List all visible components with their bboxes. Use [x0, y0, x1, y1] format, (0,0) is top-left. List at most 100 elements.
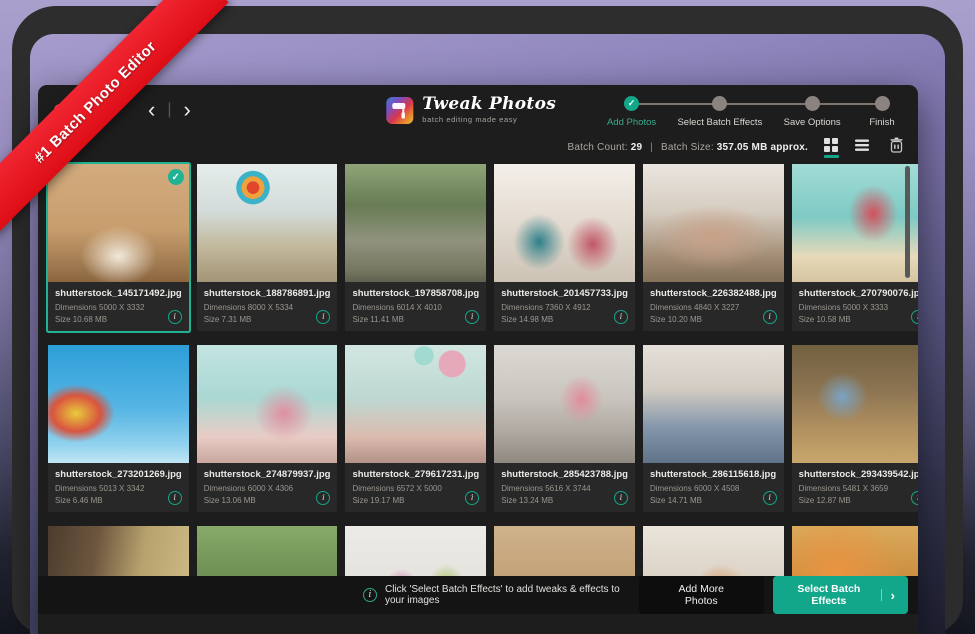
- photo-size: Size 13.06 MB: [204, 496, 331, 505]
- photo-filename: shutterstock_201457733.jpg: [501, 288, 628, 299]
- photo-card[interactable]: shutterstock_226382488.jpg Dimensions 48…: [643, 164, 784, 331]
- step-finish: Finish: [862, 96, 902, 128]
- info-icon[interactable]: i: [911, 491, 918, 505]
- info-icon[interactable]: i: [763, 310, 777, 324]
- photo-size: Size 6.46 MB: [55, 496, 182, 505]
- photo-size: Size 11.41 MB: [352, 315, 479, 324]
- app-title: Tweak Photos: [422, 96, 556, 113]
- photo-dimensions: Dimensions 5616 X 3744: [501, 484, 628, 493]
- photo-meta: shutterstock_145171492.jpg Dimensions 50…: [48, 282, 189, 331]
- batch-toolbar: Batch Count: 29 | Batch Size: 357.05 MB …: [38, 135, 918, 162]
- photo-card[interactable]: shutterstock_188786891.jpg Dimensions 80…: [197, 164, 338, 331]
- info-icon[interactable]: i: [763, 491, 777, 505]
- photo-meta: shutterstock_293439542.jpg Dimensions 54…: [792, 463, 918, 512]
- photo-card[interactable]: i: [197, 526, 338, 576]
- photo-size: Size 10.20 MB: [650, 315, 777, 324]
- photo-filename: shutterstock_286115618.jpg: [650, 469, 777, 480]
- photo-filename: shutterstock_279617231.jpg: [352, 469, 479, 480]
- photo-card[interactable]: i: [494, 526, 635, 576]
- app-tagline: batch editing made easy: [422, 115, 556, 124]
- grid-view-icon: [823, 137, 839, 153]
- batch-count-label: Batch Count:: [568, 142, 628, 153]
- step-select-batch-effects: Select Batch Effects: [677, 96, 762, 128]
- hint-group: i Click 'Select Batch Effects' to add tw…: [363, 584, 639, 606]
- back-icon[interactable]: ‹: [148, 99, 155, 121]
- batch-size-value: 357.05 MB approx.: [717, 142, 808, 153]
- photo-meta: shutterstock_197858708.jpg Dimensions 60…: [345, 282, 486, 331]
- list-view-button[interactable]: [854, 137, 870, 158]
- photo-card[interactable]: shutterstock_279617231.jpg Dimensions 65…: [345, 345, 486, 512]
- marketing-background: ‹ | › Tweak Photos batch editing made ea…: [0, 0, 975, 634]
- photo-dimensions: Dimensions 6014 X 4010: [352, 303, 479, 312]
- photo-card[interactable]: i: [792, 526, 918, 576]
- info-icon[interactable]: i: [168, 310, 182, 324]
- photo-grid-area: ✓ shutterstock_145171492.jpg Dimensions …: [38, 162, 918, 576]
- photo-thumbnail: [197, 526, 338, 576]
- step-label: Save Options: [784, 117, 841, 128]
- step-dot: [875, 96, 890, 111]
- photo-filename: shutterstock_188786891.jpg: [204, 288, 331, 299]
- scrollbar-thumb[interactable]: [905, 166, 910, 278]
- photo-card[interactable]: i: [643, 526, 784, 576]
- photo-card[interactable]: shutterstock_197858708.jpg Dimensions 60…: [345, 164, 486, 331]
- photo-meta: shutterstock_274879937.jpg Dimensions 60…: [197, 463, 338, 512]
- select-batch-effects-label: Select Batch Effects: [786, 583, 872, 607]
- select-batch-effects-button[interactable]: Select Batch Effects ›: [773, 576, 908, 614]
- photo-card[interactable]: i: [345, 526, 486, 576]
- photo-card[interactable]: ✓ shutterstock_145171492.jpg Dimensions …: [48, 164, 189, 331]
- photo-thumbnail: [48, 345, 189, 463]
- inactive-view-underline: [855, 155, 870, 158]
- photo-thumbnail: [643, 345, 784, 463]
- trash-icon: [889, 137, 904, 153]
- photo-card[interactable]: shutterstock_270790076.jpg Dimensions 50…: [792, 164, 918, 331]
- photo-thumbnail: [792, 164, 918, 282]
- info-icon: i: [363, 588, 377, 602]
- photo-meta: shutterstock_273201269.jpg Dimensions 50…: [48, 463, 189, 512]
- photo-thumbnail: [643, 526, 784, 576]
- photo-card[interactable]: i: [48, 526, 189, 576]
- photo-thumbnail: [345, 164, 486, 282]
- photo-card[interactable]: shutterstock_285423788.jpg Dimensions 56…: [494, 345, 635, 512]
- photo-card[interactable]: shutterstock_274879937.jpg Dimensions 60…: [197, 345, 338, 512]
- photo-card[interactable]: shutterstock_273201269.jpg Dimensions 50…: [48, 345, 189, 512]
- photo-size: Size 7.31 MB: [204, 315, 331, 324]
- photo-size: Size 19.17 MB: [352, 496, 479, 505]
- step-add-photos: ✓ Add Photos: [607, 96, 656, 128]
- photo-thumbnail: [792, 526, 918, 576]
- photo-dimensions: Dimensions 4840 X 3227: [650, 303, 777, 312]
- selected-check-icon: ✓: [168, 169, 184, 185]
- delete-batch-button[interactable]: [889, 137, 904, 158]
- list-view-icon: [854, 137, 870, 153]
- summary-divider: |: [650, 142, 653, 153]
- photo-meta: shutterstock_201457733.jpg Dimensions 73…: [494, 282, 635, 331]
- desktop-wallpaper: ‹ | › Tweak Photos batch editing made ea…: [30, 34, 945, 634]
- grid-view-button[interactable]: [823, 137, 839, 158]
- footer-bar: i Click 'Select Batch Effects' to add tw…: [38, 576, 918, 614]
- photo-size: Size 10.68 MB: [55, 315, 182, 324]
- hint-text: Click 'Select Batch Effects' to add twea…: [385, 584, 639, 606]
- forward-icon[interactable]: ›: [183, 99, 190, 121]
- info-icon[interactable]: i: [168, 491, 182, 505]
- info-icon[interactable]: i: [614, 491, 628, 505]
- photo-dimensions: Dimensions 8000 X 5334: [204, 303, 331, 312]
- photo-card[interactable]: shutterstock_201457733.jpg Dimensions 73…: [494, 164, 635, 331]
- photo-size: Size 13.24 MB: [501, 496, 628, 505]
- photo-dimensions: Dimensions 5013 X 3342: [55, 484, 182, 493]
- photo-filename: shutterstock_274879937.jpg: [204, 469, 331, 480]
- photo-dimensions: Dimensions 7360 X 4912: [501, 303, 628, 312]
- scrollbar-track: [905, 166, 910, 572]
- step-dot: [805, 96, 820, 111]
- photo-thumbnail: [494, 526, 635, 576]
- add-more-photos-button[interactable]: Add More Photos: [639, 576, 764, 614]
- info-icon[interactable]: i: [911, 310, 918, 324]
- photo-size: Size 14.71 MB: [650, 496, 777, 505]
- step-save-options: Save Options: [784, 96, 841, 128]
- info-icon[interactable]: i: [614, 310, 628, 324]
- active-view-underline: [824, 155, 839, 158]
- batch-count-value: 29: [631, 142, 643, 153]
- photo-dimensions: Dimensions 5000 X 3332: [55, 303, 182, 312]
- photo-thumbnail: [345, 526, 486, 576]
- photo-meta: shutterstock_226382488.jpg Dimensions 48…: [643, 282, 784, 331]
- photo-card[interactable]: shutterstock_293439542.jpg Dimensions 54…: [792, 345, 918, 512]
- photo-card[interactable]: shutterstock_286115618.jpg Dimensions 60…: [643, 345, 784, 512]
